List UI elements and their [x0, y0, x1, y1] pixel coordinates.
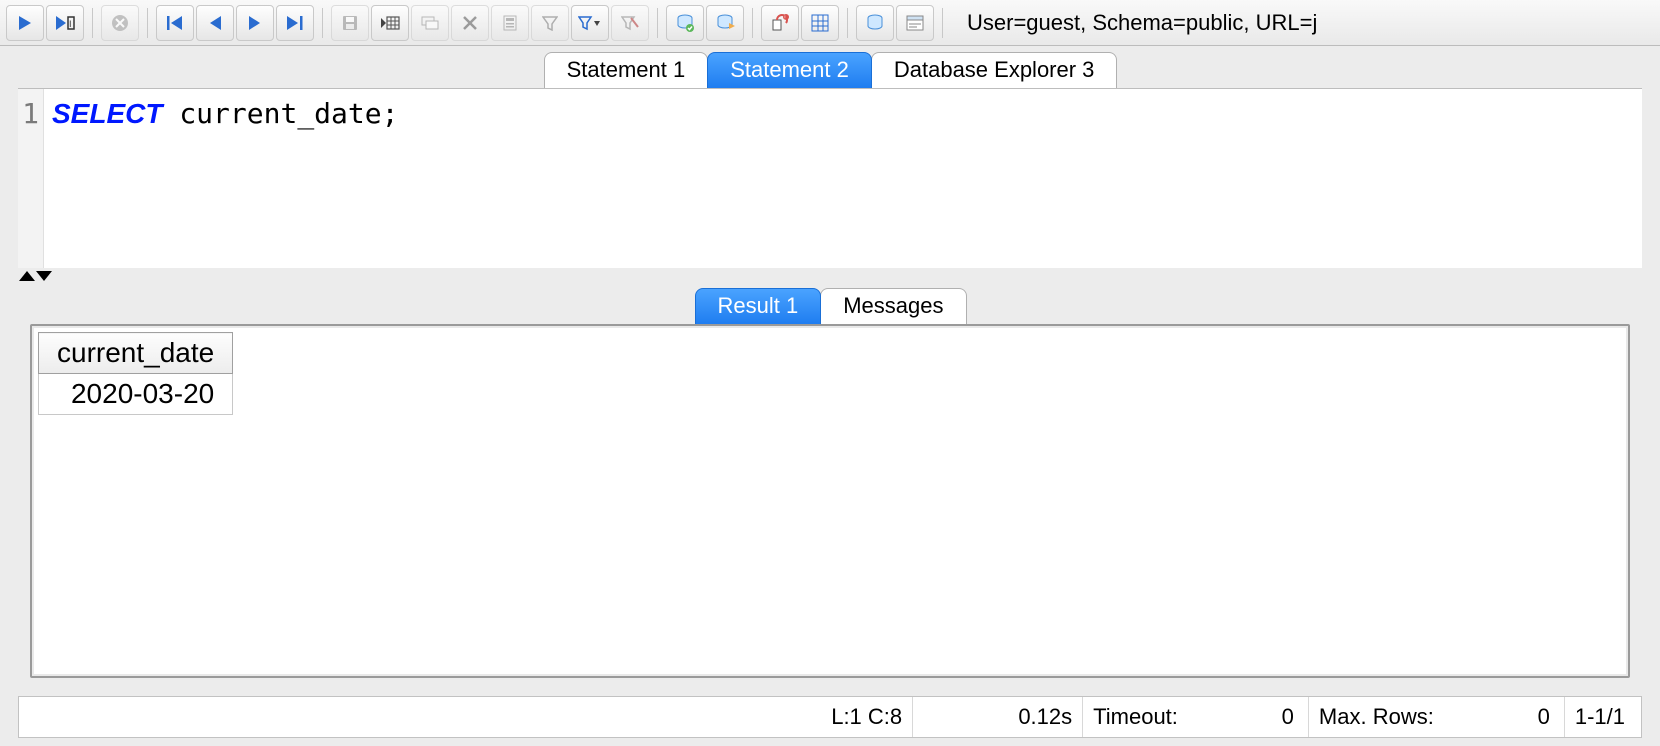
edit-cell-icon — [501, 14, 519, 32]
duplicate-row-icon — [420, 14, 440, 32]
pivot-button[interactable] — [801, 5, 839, 41]
prev-record-icon — [208, 15, 222, 31]
table-row[interactable]: 2020-03-20 — [39, 374, 233, 415]
commit-icon — [675, 13, 695, 33]
tab-statement-1[interactable]: Statement 1 — [544, 52, 709, 88]
run-script-icon: I — [54, 15, 76, 31]
cursor-position: L:1 C:8 — [821, 697, 913, 737]
insert-row-button[interactable] — [371, 5, 409, 41]
result-frame: current_date 2020-03-20 — [30, 324, 1630, 678]
stop-button[interactable] — [101, 5, 139, 41]
tab-messages[interactable]: Messages — [820, 288, 966, 324]
sql-editor[interactable]: 1 SELECT current_date; — [18, 88, 1642, 268]
delete-row-button[interactable] — [451, 5, 489, 41]
reconnect-icon: ! — [770, 13, 790, 33]
save-button[interactable] — [331, 5, 369, 41]
sql-rest: current_date; — [162, 97, 398, 130]
tab-statement-2[interactable]: Statement 2 — [707, 52, 872, 88]
run-icon — [17, 15, 33, 31]
svg-text:I: I — [69, 19, 72, 29]
rollback-icon — [715, 13, 735, 33]
clear-filter-icon — [621, 15, 639, 31]
run-script-button[interactable]: I — [46, 5, 84, 41]
filter-dropdown-icon — [578, 15, 602, 31]
elapsed-time: 0.12s — [913, 697, 1083, 737]
dbms-output-button[interactable] — [896, 5, 934, 41]
cell-value[interactable]: 2020-03-20 — [39, 374, 233, 415]
svg-text:!: ! — [784, 15, 785, 21]
edit-cell-button[interactable] — [491, 5, 529, 41]
tab-database-explorer-3[interactable]: Database Explorer 3 — [871, 52, 1118, 88]
delete-row-icon — [462, 15, 478, 31]
line-number: 1 — [18, 95, 39, 133]
next-record-button[interactable] — [236, 5, 274, 41]
insert-row-icon — [380, 14, 400, 32]
first-record-button[interactable] — [156, 5, 194, 41]
connection-status: User=guest, Schema=public, URL=j — [967, 10, 1317, 36]
pivot-icon — [810, 13, 830, 33]
maxrows-input[interactable] — [1434, 704, 1554, 730]
stop-icon — [111, 14, 129, 32]
sql-code[interactable]: SELECT current_date; — [44, 89, 1642, 268]
dbms-output-icon — [905, 13, 925, 33]
duplicate-row-button[interactable] — [411, 5, 449, 41]
next-record-icon — [248, 15, 262, 31]
save-icon — [341, 14, 359, 32]
db-browser-button[interactable] — [856, 5, 894, 41]
timeout-label: Timeout: — [1093, 704, 1178, 730]
row-position: 1-1/1 — [1565, 697, 1635, 737]
rollback-button[interactable] — [706, 5, 744, 41]
last-record-icon — [286, 15, 304, 31]
first-record-icon — [166, 15, 184, 31]
run-button[interactable] — [6, 5, 44, 41]
filter-dropdown-button[interactable] — [571, 5, 609, 41]
maxrows-label: Max. Rows: — [1319, 704, 1434, 730]
clear-filter-button[interactable] — [611, 5, 649, 41]
statusbar: L:1 C:8 0.12s Timeout: Max. Rows: 1-1/1 — [18, 696, 1642, 738]
toolbar: I — [0, 0, 1660, 46]
timeout-input[interactable] — [1178, 704, 1298, 730]
result-table[interactable]: current_date 2020-03-20 — [38, 332, 233, 415]
result-tabbar: Result 1 Messages — [0, 286, 1660, 324]
line-gutter: 1 — [18, 89, 44, 268]
prev-record-button[interactable] — [196, 5, 234, 41]
db-browser-icon — [865, 13, 885, 33]
statement-tabbar: Statement 1 Statement 2 Database Explore… — [0, 46, 1660, 88]
filter-button[interactable] — [531, 5, 569, 41]
commit-button[interactable] — [666, 5, 704, 41]
sql-keyword: SELECT — [52, 98, 162, 129]
splitter-handle[interactable] — [0, 268, 1660, 286]
reconnect-button[interactable]: ! — [761, 5, 799, 41]
last-record-button[interactable] — [276, 5, 314, 41]
tab-result-1[interactable]: Result 1 — [695, 288, 822, 324]
filter-icon — [542, 15, 558, 31]
column-header[interactable]: current_date — [39, 333, 233, 374]
